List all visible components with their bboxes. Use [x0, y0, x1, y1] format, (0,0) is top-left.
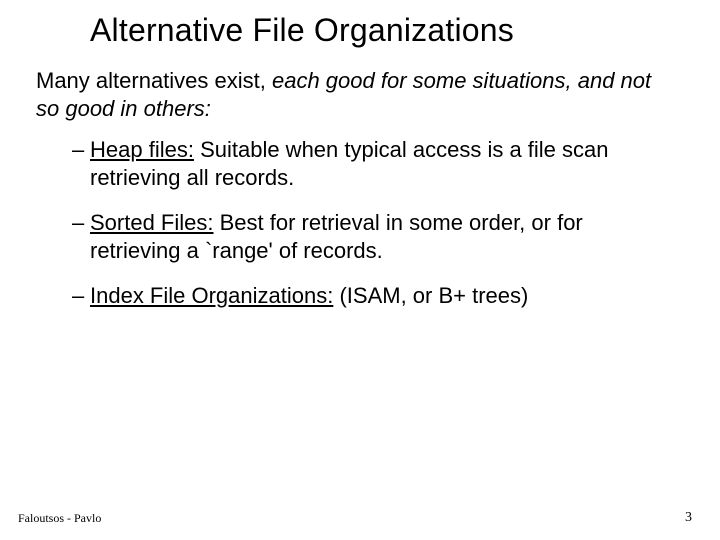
list-item: – Sorted Files: Best for retrieval in so… — [72, 209, 670, 264]
bullet-label: Sorted Files: — [90, 210, 214, 235]
page-number: 3 — [685, 510, 692, 526]
bullet-list: – Heap files: Suitable when typical acce… — [0, 122, 720, 310]
intro-plain: Many alternatives exist, — [36, 68, 272, 93]
intro-paragraph: Many alternatives exist, each good for s… — [0, 49, 720, 122]
slide-title: Alternative File Organizations — [0, 0, 720, 49]
footer-credit: Faloutsos - Pavlo — [18, 511, 101, 526]
dash-icon: – — [72, 136, 84, 164]
bullet-label: Index File Organizations: — [90, 283, 333, 308]
dash-icon: – — [72, 209, 84, 237]
bullet-text: (ISAM, or B+ trees) — [333, 283, 528, 308]
dash-icon: – — [72, 282, 84, 310]
list-item: – Index File Organizations: (ISAM, or B+… — [72, 282, 670, 310]
list-item: – Heap files: Suitable when typical acce… — [72, 136, 670, 191]
bullet-label: Heap files: — [90, 137, 194, 162]
